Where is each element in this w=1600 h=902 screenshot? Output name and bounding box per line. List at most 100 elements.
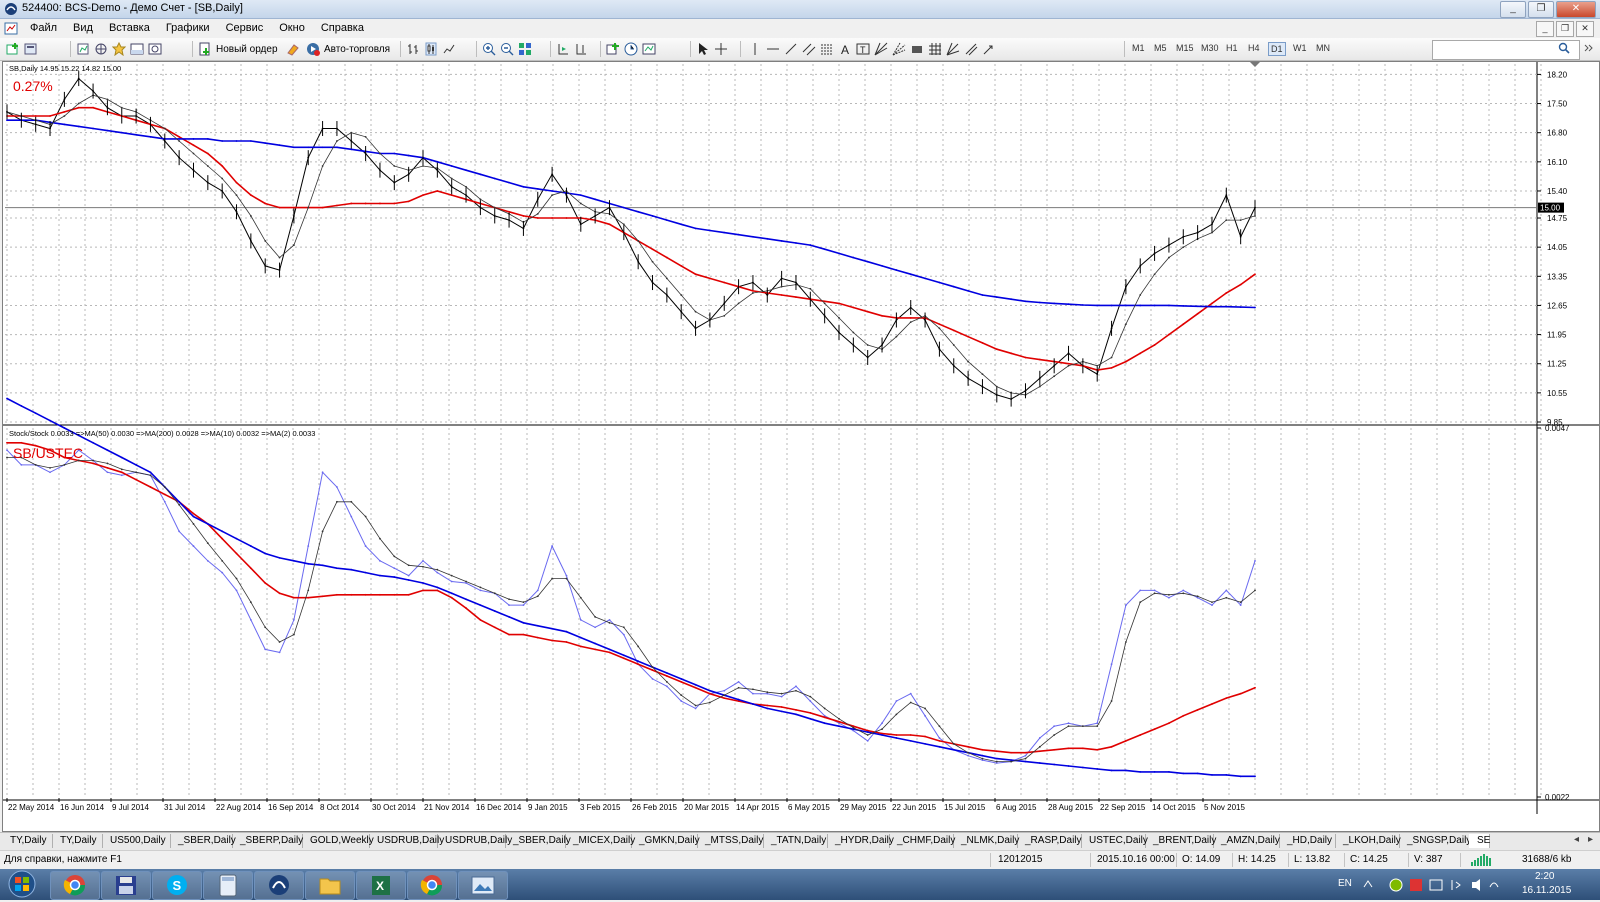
timeframe-m1-button[interactable]: M1 <box>1130 42 1147 54</box>
equidistant-channel-icon[interactable] <box>802 42 816 56</box>
timeframe-d1-button[interactable]: D1 <box>1268 42 1286 56</box>
symbol-tab[interactable]: _NLMK,Daily <box>953 834 1019 848</box>
zoom-in-icon[interactable] <box>482 42 496 56</box>
menu-tools[interactable]: Сервис <box>218 22 272 34</box>
symbol-tab[interactable]: TY,Daily <box>2 834 53 848</box>
autoscroll-icon[interactable] <box>556 42 570 56</box>
chart-window[interactable]: 18.20 17.50 16.80 16.10 15.40 14.75 14.05 13.35… <box>2 61 1600 832</box>
menu-help[interactable]: Справка <box>313 22 372 34</box>
tray-icons[interactable] <box>1360 875 1510 895</box>
chart-canvas[interactable]: 18.20 17.50 16.80 16.10 15.40 14.75 14.05 13.35… <box>3 62 1599 831</box>
close-button[interactable]: ✕ <box>1556 1 1596 18</box>
mdi-restore-button[interactable]: ❐ <box>1556 21 1574 37</box>
symbol-tab[interactable]: _TATN,Daily <box>763 834 828 848</box>
vertical-line-icon[interactable] <box>748 42 762 56</box>
metaeditor-icon[interactable] <box>286 42 300 56</box>
terminal-icon[interactable] <box>130 42 144 56</box>
horizontal-line-icon[interactable] <box>766 42 780 56</box>
timeframe-m15-button[interactable]: M15 <box>1174 42 1196 54</box>
strategy-tester-icon[interactable] <box>148 42 162 56</box>
symbol-tab[interactable]: _AMZN,Daily <box>1213 834 1280 848</box>
chart-shift-icon[interactable] <box>574 42 588 56</box>
taskbar-save-button[interactable] <box>101 871 151 900</box>
trendline-icon[interactable] <box>784 42 798 56</box>
symbol-tab[interactable]: US500,Daily <box>102 834 171 848</box>
symbol-tab[interactable]: _SBERP,Daily <box>232 834 303 848</box>
taskbar-explorer-button[interactable] <box>305 871 355 900</box>
cursor-icon[interactable] <box>696 42 710 56</box>
tab-scroll-left-icon[interactable]: ◂ <box>1574 834 1579 845</box>
timeframe-m30-button[interactable]: M30 <box>1199 42 1221 54</box>
search-icon[interactable] <box>1558 42 1570 54</box>
gann-fan-icon[interactable] <box>874 42 888 56</box>
new-order-button[interactable]: Новый ордер <box>198 41 278 57</box>
symbol-tab[interactable]: _LKOH,Daily <box>1335 834 1401 848</box>
auto-trading-button[interactable]: Авто-торговля <box>306 41 390 57</box>
data-window-icon[interactable] <box>94 42 108 56</box>
text-icon[interactable]: A <box>838 42 852 56</box>
clock-date[interactable]: 16.11.2015 <box>1522 885 1571 896</box>
andrews-pitchfork-icon[interactable] <box>946 42 960 56</box>
timeframe-m5-button[interactable]: M5 <box>1152 42 1169 54</box>
mdi-minimize-button[interactable]: _ <box>1536 21 1554 37</box>
rectangle-icon[interactable] <box>910 42 924 56</box>
language-indicator[interactable]: EN <box>1338 878 1352 889</box>
taskbar-chrome-2-button[interactable] <box>407 871 457 900</box>
menu-window[interactable]: Окно <box>271 22 313 34</box>
market-watch-icon[interactable] <box>76 42 90 56</box>
crosshair-icon[interactable] <box>714 42 728 56</box>
symbol-tab[interactable]: USDRUB,Daily <box>437 834 512 848</box>
templates-icon[interactable] <box>642 42 656 56</box>
toolbar-overflow-icon[interactable] <box>1582 41 1594 55</box>
minimize-button[interactable]: _ <box>1500 1 1526 18</box>
symbol-tab[interactable]: _MICEX,Daily <box>565 834 635 848</box>
menu-insert[interactable]: Вставка <box>101 22 158 34</box>
bar-chart-icon[interactable] <box>406 42 420 56</box>
symbol-tab[interactable]: _GMKN,Daily <box>631 834 700 848</box>
taskbar-picture-viewer-button[interactable] <box>458 871 508 900</box>
symbol-tab[interactable]: TY,Daily <box>52 834 103 848</box>
symbol-tab[interactable]: USTEC,Daily <box>1081 834 1148 848</box>
tile-windows-icon[interactable] <box>518 42 532 56</box>
menu-view[interactable]: Вид <box>65 22 101 34</box>
menu-charts[interactable]: Графики <box>158 22 218 34</box>
menu-file[interactable]: Файл <box>22 22 65 34</box>
taskbar-calculator-button[interactable] <box>203 871 253 900</box>
symbol-tab[interactable]: _SBER,Daily <box>505 834 571 848</box>
symbol-tab[interactable]: USDRUB,Daily <box>369 834 444 848</box>
symbol-tab[interactable]: _CHMF,Daily <box>889 834 955 848</box>
mdi-close-button[interactable]: ✕ <box>1576 21 1594 37</box>
symbol-tab[interactable]: SE <box>1469 834 1490 848</box>
symbol-tab[interactable]: _MTSS,Daily <box>697 834 764 848</box>
arrows-icon[interactable] <box>982 42 996 56</box>
symbol-tab[interactable]: _BRENT,Daily <box>1145 834 1216 848</box>
profiles-icon[interactable] <box>24 42 38 56</box>
maximize-button[interactable]: ❐ <box>1528 1 1554 18</box>
symbol-tab[interactable]: _RASP,Daily <box>1017 834 1082 848</box>
taskbar-chrome-button[interactable] <box>50 871 100 900</box>
taskbar-metatrader-button[interactable] <box>254 871 304 900</box>
fibonacci-icon[interactable] <box>820 42 834 56</box>
cycle-lines-icon[interactable] <box>964 42 978 56</box>
start-button-icon[interactable] <box>2 869 42 900</box>
zoom-out-icon[interactable] <box>500 42 514 56</box>
new-chart-icon[interactable] <box>6 42 20 56</box>
timeframe-w1-button[interactable]: W1 <box>1291 42 1309 54</box>
symbol-tab[interactable]: GOLD,Weekly <box>302 834 374 848</box>
symbol-tab[interactable]: _HYDR,Daily <box>827 834 894 848</box>
line-chart-icon[interactable] <box>442 42 456 56</box>
fibo-fan-icon[interactable] <box>892 42 906 56</box>
symbol-tab[interactable]: _HD,Daily <box>1279 834 1336 848</box>
clock-time[interactable]: 2:20 <box>1535 871 1554 882</box>
tab-scroll-right-icon[interactable]: ▸ <box>1588 834 1593 845</box>
symbol-tab[interactable]: _SNGSP,Daily <box>1399 834 1471 848</box>
timeframe-h4-button[interactable]: H4 <box>1246 42 1262 54</box>
text-label-icon[interactable]: T <box>856 42 870 56</box>
symbol-tab[interactable]: _SBER,Daily <box>170 834 236 848</box>
taskbar-excel-button[interactable]: X <box>356 871 406 900</box>
periods-icon[interactable] <box>624 42 638 56</box>
timeframe-mn-button[interactable]: MN <box>1314 42 1332 54</box>
candlesticks-icon[interactable] <box>424 42 438 56</box>
grid-icon[interactable] <box>928 42 942 56</box>
timeframe-h1-button[interactable]: H1 <box>1224 42 1240 54</box>
